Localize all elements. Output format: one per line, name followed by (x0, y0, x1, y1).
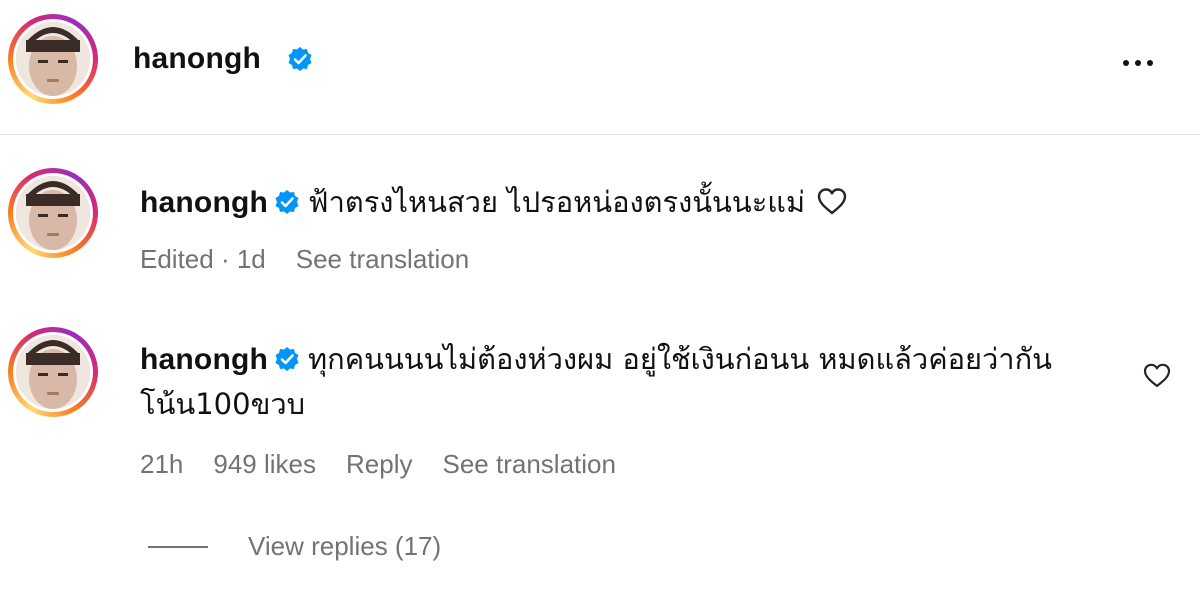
see-translation-link[interactable]: See translation (443, 449, 616, 480)
comment-meta: 21h 949 likes Reply See translation (140, 449, 646, 480)
verified-badge-icon (275, 347, 299, 371)
verified-badge-icon (275, 190, 299, 214)
more-dot-icon (1135, 60, 1141, 66)
post-header: hanongh (0, 0, 1200, 135)
comment-time: 21h (140, 449, 184, 479)
username[interactable]: hanongh (133, 42, 261, 76)
comment-body: hanongh ฟ้าตรงไหนสวย ไปรอหน่องตรงนั้นนะแ… (140, 180, 1110, 225)
more-options-button[interactable] (1110, 48, 1166, 78)
view-replies-button[interactable]: View replies (17) (148, 531, 441, 562)
see-translation-link[interactable]: See translation (296, 244, 469, 275)
likes-count[interactable]: 949 likes (213, 449, 316, 480)
comment-body: hanongh ทุกคนนนนไม่ต้องห่วงผม อยู่ใช้เงิ… (140, 337, 1090, 427)
avatar[interactable] (8, 14, 98, 104)
more-dot-icon (1123, 60, 1129, 66)
reply-button[interactable]: Reply (346, 449, 412, 480)
like-heart-icon[interactable] (1142, 361, 1172, 389)
avatar[interactable] (8, 327, 98, 417)
heart-outline-icon[interactable] (815, 185, 849, 217)
edited-time: Edited · 1d (140, 244, 266, 274)
comment-username[interactable]: hanongh (140, 186, 268, 219)
more-dot-icon (1147, 60, 1153, 66)
comment-meta: Edited · 1d See translation (140, 244, 499, 275)
avatar[interactable] (8, 168, 98, 258)
comment-username[interactable]: hanongh (140, 343, 268, 376)
divider-line (148, 545, 208, 548)
view-replies-label: View replies (17) (248, 531, 442, 561)
verified-badge-icon (288, 47, 312, 71)
comment-text: ฟ้าตรงไหนสวย ไปรอหน่องตรงนั้นนะแม่ (308, 185, 806, 219)
